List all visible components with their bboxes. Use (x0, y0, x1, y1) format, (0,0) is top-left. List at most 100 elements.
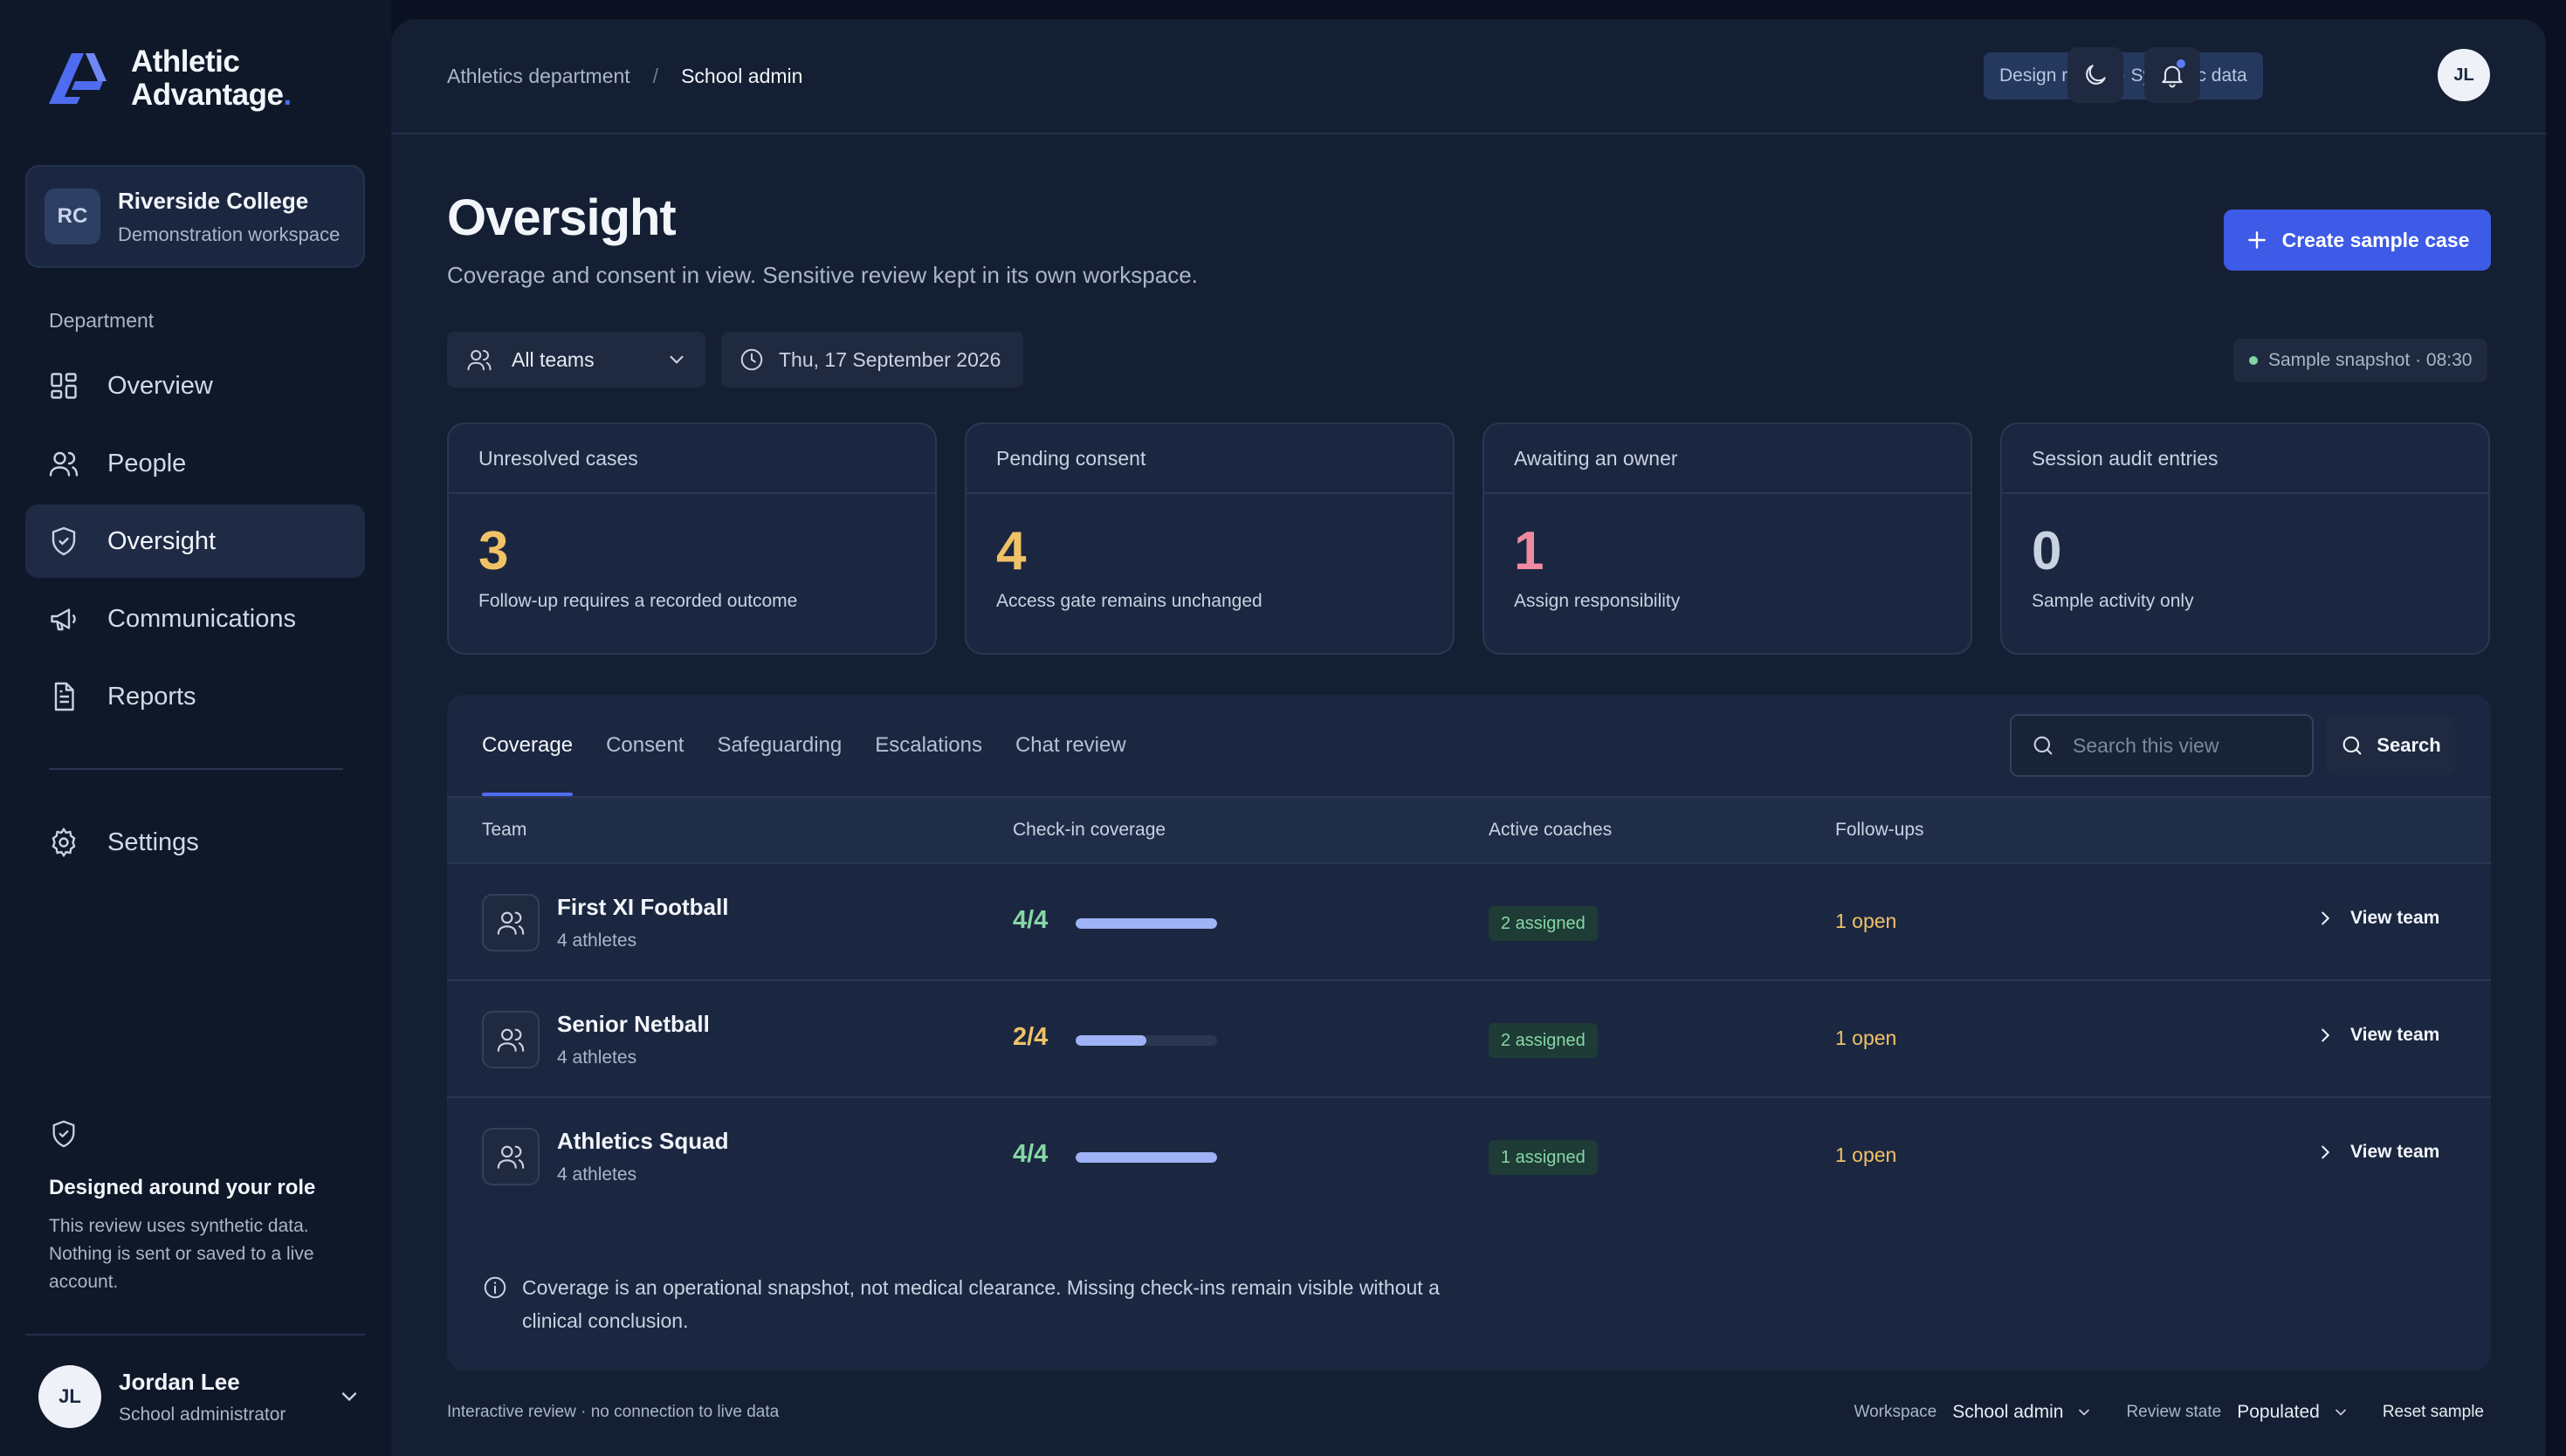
gear-icon (48, 827, 79, 858)
search-button[interactable]: Search (2326, 716, 2455, 775)
kpi-value: 4 (996, 521, 1027, 581)
search-input[interactable] (2073, 733, 2300, 758)
megaphone-icon (48, 603, 79, 635)
workspace-select[interactable]: School admin (1952, 1402, 2063, 1423)
workspace-switcher[interactable]: RC Riverside College Demonstration works… (25, 165, 365, 268)
brand-dot: . (283, 78, 292, 112)
chevron-down-icon[interactable] (2075, 1404, 2093, 1421)
people-icon (496, 1025, 526, 1054)
reset-sample-button[interactable]: Reset sample (2383, 1403, 2484, 1422)
coverage-panel: Coverage Consent Safeguarding Escalation… (447, 695, 2491, 1370)
team-avatar (482, 1128, 540, 1185)
people-icon (496, 908, 526, 937)
date-picker[interactable]: Thu, 17 September 2026 (721, 332, 1023, 388)
followups-value: 1 open (1835, 1027, 1897, 1049)
chevron-right-icon (2315, 1026, 2335, 1045)
team-filter-value: All teams (512, 347, 595, 371)
brand-line-1: Athletic (131, 45, 240, 79)
sidebar-item-settings[interactable]: Settings (25, 806, 365, 879)
main-panel: Athletics department / School admin Desi… (391, 19, 2546, 1456)
athletic-advantage-logo-icon (45, 46, 110, 111)
coverage-bar-fill (1076, 1035, 1146, 1046)
sidebar-item-label: Overview (107, 371, 213, 400)
theme-toggle-button[interactable] (2067, 47, 2123, 103)
topbar: Athletics department / School admin Desi… (391, 19, 2546, 134)
people-icon (496, 1142, 526, 1171)
tab-consent[interactable]: Consent (606, 695, 684, 796)
column-header-coaches[interactable]: Active coaches (1489, 820, 1612, 841)
breadcrumb-department[interactable]: Athletics department (447, 65, 630, 88)
followups-value: 1 open (1835, 1144, 1897, 1166)
user-menu[interactable]: JL Jordan Lee School administrator (38, 1363, 361, 1430)
search-field[interactable] (2010, 714, 2314, 777)
sidebar-item-oversight[interactable]: Oversight (25, 505, 365, 578)
sidebar-item-label: People (107, 449, 187, 477)
table-row[interactable]: First XI Football 4 athletes 4/4 2 assig… (447, 862, 2491, 979)
coverage-bar-fill (1076, 1152, 1217, 1163)
followups-value: 1 open (1835, 910, 1897, 932)
chevron-right-icon (2315, 1143, 2335, 1162)
review-state-select[interactable]: Populated (2237, 1402, 2320, 1423)
status-dot (2249, 356, 2258, 365)
column-header-coverage[interactable]: Check-in coverage (1013, 820, 1166, 841)
team-name: Senior Netball (557, 1011, 710, 1037)
view-team-button[interactable]: View team (2315, 908, 2439, 929)
role-card-title: Designed around your role (49, 1176, 316, 1199)
sidebar-item-communications[interactable]: Communications (25, 582, 365, 656)
footer-controls: Workspace School admin Review state Popu… (1854, 1395, 2484, 1430)
column-header-followups[interactable]: Follow-ups (1835, 820, 1924, 841)
kpi-label: Awaiting an owner (1484, 424, 1971, 494)
moon-icon (2081, 61, 2109, 89)
column-header-team[interactable]: Team (482, 820, 526, 841)
tab-escalations[interactable]: Escalations (875, 695, 982, 796)
kpi-row: Unresolved cases 3 Follow-up requires a … (447, 422, 2490, 655)
sidebar-item-label: Oversight (107, 526, 217, 555)
team-name: Athletics Squad (557, 1128, 729, 1154)
team-filter-select[interactable]: All teams (447, 332, 705, 388)
user-name: Jordan Lee (119, 1368, 240, 1395)
coaches-badge: 2 assigned (1489, 906, 1598, 941)
table-row[interactable]: Athletics Squad 4 athletes 4/4 1 assigne… (447, 1096, 2491, 1213)
table-row[interactable]: Senior Netball 4 athletes 2/4 2 assigned… (447, 979, 2491, 1096)
chevron-down-icon[interactable] (337, 1384, 361, 1409)
coverage-value: 4/4 (1013, 906, 1049, 934)
nav-divider (49, 768, 343, 770)
workspace-name: Riverside College (118, 187, 309, 214)
role-card-body: This review uses synthetic data. Nothing… (49, 1216, 314, 1292)
coverage-note: Coverage is an operational snapshot, not… (482, 1271, 1495, 1337)
coverage-bar-fill (1076, 918, 1217, 929)
sidebar-item-reports[interactable]: Reports (25, 660, 365, 733)
sidebar-item-people[interactable]: People (25, 427, 365, 500)
kpi-subtext: Sample activity only (2032, 591, 2194, 611)
tab-coverage[interactable]: Coverage (482, 695, 574, 796)
page-subtitle: Coverage and consent in view. Sensitive … (447, 262, 1198, 288)
notifications-button[interactable] (2144, 47, 2200, 103)
tab-chat-review[interactable]: Chat review (1015, 695, 1126, 796)
workspace-label: Workspace (1854, 1403, 1937, 1421)
coaches-badge: 1 assigned (1489, 1140, 1598, 1175)
tab-safeguarding[interactable]: Safeguarding (717, 695, 842, 796)
brand[interactable]: Athletic Advantage. (45, 45, 292, 112)
coverage-value: 2/4 (1013, 1023, 1049, 1051)
team-avatar (482, 894, 540, 951)
view-team-button[interactable]: View team (2315, 1142, 2439, 1163)
chevron-down-icon[interactable] (2332, 1404, 2349, 1421)
create-sample-case-button[interactable]: Create sample case (2224, 209, 2491, 271)
view-team-button[interactable]: View team (2315, 1025, 2439, 1046)
topbar-avatar[interactable]: JL (2438, 49, 2490, 101)
view-team-label: View team (2350, 908, 2440, 928)
sidebar-item-overview[interactable]: Overview (25, 349, 365, 422)
shield-icon (48, 525, 79, 557)
kpi-card-session-audit: Session audit entries 0 Sample activity … (2000, 422, 2490, 655)
kpi-subtext: Access gate remains unchanged (996, 591, 1262, 611)
team-athlete-count: 4 athletes (557, 931, 637, 951)
coverage-value: 4/4 (1013, 1140, 1049, 1168)
coverage-bar (1076, 918, 1217, 929)
chevron-down-icon (665, 348, 688, 371)
kpi-label: Unresolved cases (449, 424, 935, 494)
team-athlete-count: 4 athletes (557, 1164, 637, 1185)
search-button-label: Search (2377, 734, 2441, 756)
workspace-subtitle: Demonstration workspace (118, 223, 341, 245)
footer-status-text: Interactive review · no connection to li… (447, 1403, 780, 1421)
team-name: First XI Football (557, 894, 729, 920)
